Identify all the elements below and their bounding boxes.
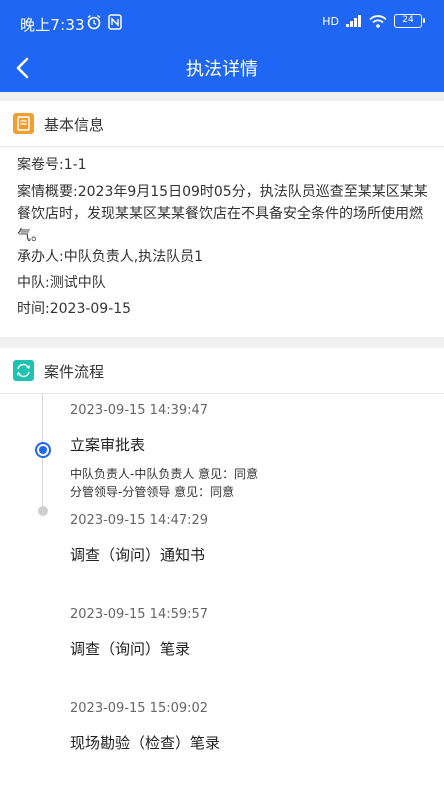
step-name[interactable]: 调查（询问）笔录 <box>70 638 190 659</box>
status-bar: 晚上7:33 HD 24 <box>0 0 444 44</box>
nav-bar: 执法详情 <box>0 44 444 92</box>
flow-icon <box>13 360 34 381</box>
step-time: 2023-09-15 14:39:47 <box>70 403 209 418</box>
case-number: 案卷号:1-1 <box>17 157 87 173</box>
case-squad: 中队:测试中队 <box>17 275 106 291</box>
status-right: HD 24 <box>322 14 425 28</box>
status-time: 晚上7:33 <box>20 16 85 34</box>
signal-icon <box>346 15 361 27</box>
battery-icon: 24 <box>394 14 425 28</box>
network-label: HD <box>322 14 339 28</box>
step-note: 中队负责人-中队负责人 意见：同意 <box>70 467 259 481</box>
timeline-dot-active <box>35 442 51 458</box>
basic-info-card: 基本信息 案卷号:1-1 案情概要:2023年9月15日09时05分，执法队员巡… <box>0 101 444 337</box>
step-name[interactable]: 立案审批表 <box>70 434 145 455</box>
page-title: 执法详情 <box>186 59 258 80</box>
step-note: 分管领导-分管领导 意见：同意 <box>70 485 235 499</box>
wifi-icon <box>369 14 387 28</box>
nfc-icon <box>108 14 122 30</box>
step-time: 2023-09-15 15:09:02 <box>70 701 209 716</box>
alarm-icon <box>87 14 101 30</box>
case-summary: 案情概要:2023年9月15日09时05分，执法队员巡查至某某区某某餐饮店时，发… <box>17 184 428 244</box>
top-bar: 晚上7:33 HD 24 执法详情 <box>0 0 444 92</box>
timeline-dot <box>38 506 48 516</box>
case-flow-card: 案件流程 2023-09-15 14:39:47 立案审批表 中队负责人-中队负… <box>0 348 444 794</box>
case-handler: 承办人:中队负责人,执法队员1 <box>17 249 204 265</box>
basic-info-title: 基本信息 <box>44 116 105 134</box>
case-flow-title: 案件流程 <box>44 363 105 381</box>
step-name[interactable]: 现场勘验（检查）笔录 <box>70 732 220 753</box>
case-date: 时间:2023-09-15 <box>17 301 132 317</box>
document-icon <box>13 113 34 134</box>
step-time: 2023-09-15 14:59:57 <box>70 607 209 622</box>
basic-info-header: 基本信息 <box>0 101 444 147</box>
case-flow-header: 案件流程 <box>0 348 444 394</box>
step-time: 2023-09-15 14:47:29 <box>70 513 209 528</box>
step-name[interactable]: 调查（询问）通知书 <box>70 544 205 565</box>
